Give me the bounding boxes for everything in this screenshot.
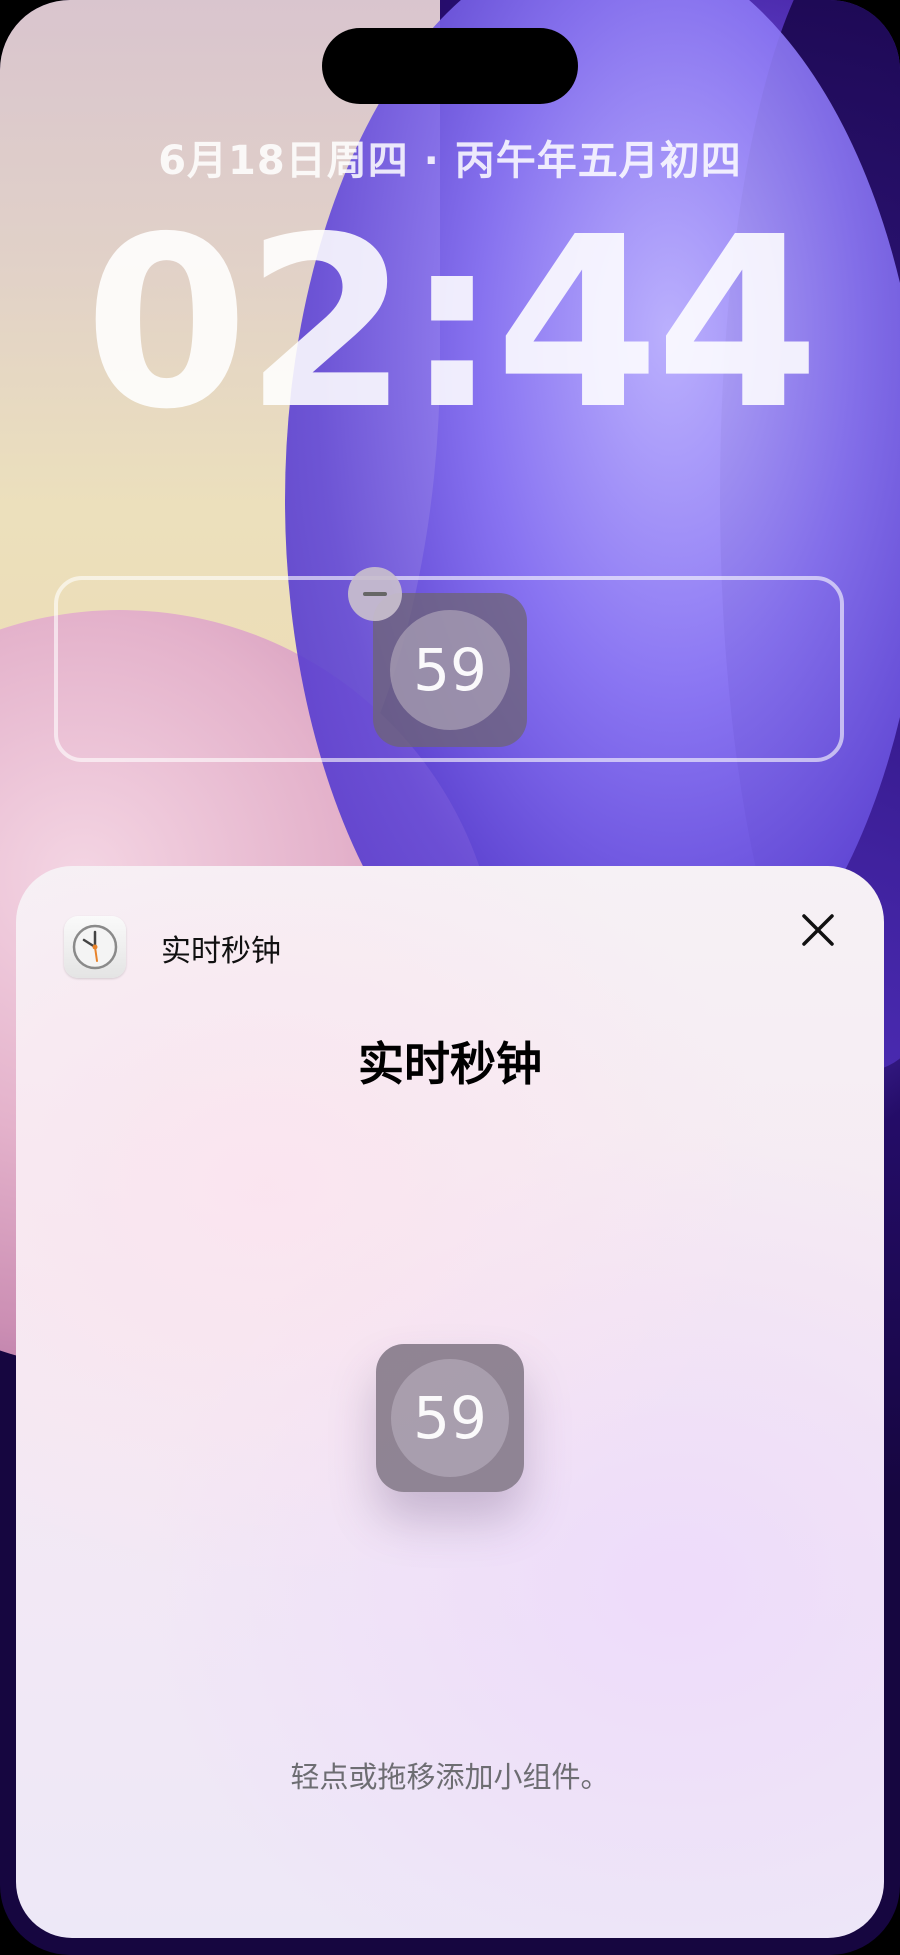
- widget-preview[interactable]: 59: [376, 1344, 524, 1492]
- seconds-widget[interactable]: 59: [373, 593, 527, 747]
- add-widget-hint: 轻点或拖移添加小组件。: [290, 1760, 610, 1794]
- close-button[interactable]: [792, 904, 844, 956]
- lockscreen-date[interactable]: 6月18日周四 · 丙午年五月初四: [0, 128, 900, 186]
- minus-icon: [363, 592, 387, 596]
- lock-screen: 6月18日周四 · 丙午年五月初四 02:44 59 实时秒钟 实时秒钟 轻点或…: [0, 0, 900, 1955]
- close-icon: [802, 914, 834, 946]
- widget-title: 实时秒钟: [358, 1037, 542, 1091]
- app-name: 实时秒钟: [161, 934, 281, 969]
- remove-widget-button[interactable]: [348, 567, 402, 621]
- seconds-dial: 59: [391, 1359, 509, 1477]
- lockscreen-time[interactable]: 02:44: [0, 206, 900, 442]
- seconds-dial: 59: [390, 610, 510, 730]
- clock-icon: [64, 916, 126, 978]
- dynamic-island: [322, 28, 578, 104]
